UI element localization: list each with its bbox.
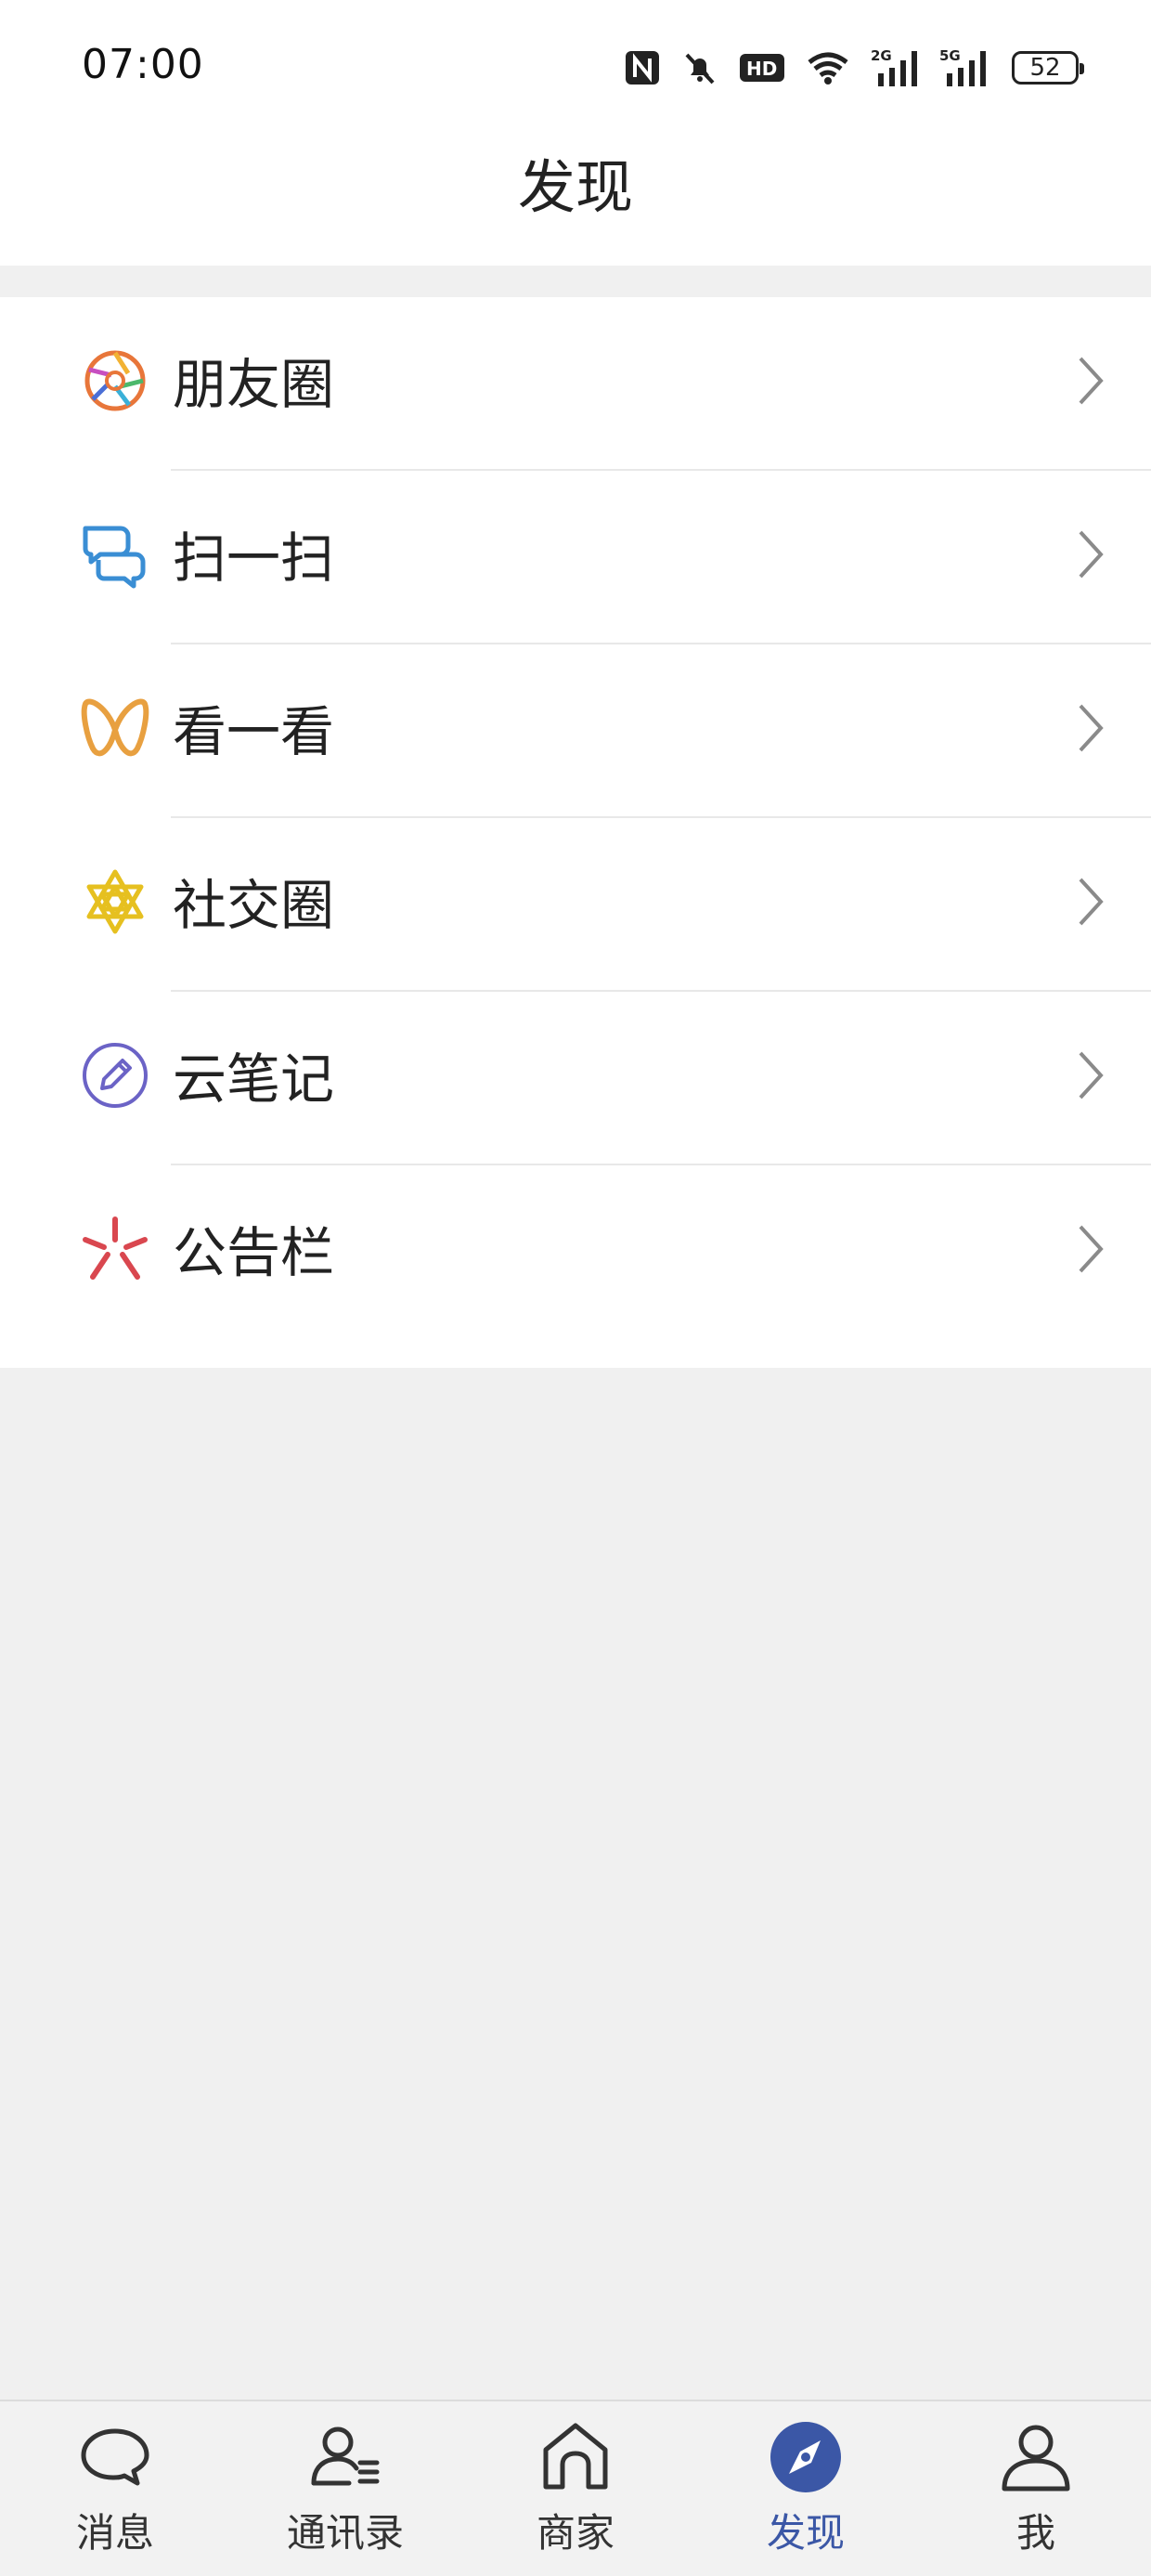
aperture-icon (84, 350, 146, 411)
battery-indicator: 52 (1012, 51, 1084, 85)
mute-icon (685, 53, 715, 85)
contacts-icon (311, 2426, 380, 2486)
chevron-right-icon (1079, 878, 1104, 926)
svg-text:5G: 5G (939, 47, 961, 64)
status-icons: HD 2G 5G 52 (624, 45, 1084, 91)
page-title: 发现 (517, 153, 633, 221)
svg-text:HD: HD (746, 58, 777, 80)
pencil-circle-icon (83, 1043, 148, 1108)
menu-item-look[interactable]: 看一看 (0, 644, 1151, 818)
tab-discover[interactable]: 发现 (691, 2401, 921, 2576)
butterfly-icon (81, 698, 149, 757)
menu-item-moments[interactable]: 朋友圈 (0, 297, 1151, 471)
tab-messages[interactable]: 消息 (0, 2401, 230, 2576)
status-time: 07:00 (82, 41, 204, 88)
menu-item-label: 云笔记 (173, 1047, 335, 1111)
sparkle-icon (83, 1216, 148, 1280)
menu-item-bulletin[interactable]: 公告栏 (0, 1165, 1151, 1368)
menu-item-cloud-notes[interactable]: 云笔记 (0, 992, 1151, 1165)
home-icon (543, 2423, 608, 2490)
tab-label: 发现 (766, 2510, 845, 2556)
tab-contacts[interactable]: 通讯录 (230, 2401, 460, 2576)
chevron-right-icon (1079, 1225, 1104, 1273)
chat-bubble-icon (81, 2428, 149, 2486)
compass-icon (770, 2422, 841, 2492)
nfc-icon (626, 51, 659, 85)
chevron-right-icon (1079, 357, 1104, 405)
signal-5g-icon: 5G (939, 47, 986, 86)
status-bar: 07:00 HD 2G 5G 52 (0, 0, 1151, 137)
star-ring-icon (86, 869, 144, 934)
tab-label: 消息 (75, 2510, 154, 2556)
tab-label: 商家 (536, 2510, 614, 2556)
chevron-right-icon (1079, 1051, 1104, 1099)
menu-item-scan[interactable]: 扫一扫 (0, 471, 1151, 644)
tab-merchants[interactable]: 商家 (460, 2401, 691, 2576)
tab-me[interactable]: 我 (921, 2401, 1151, 2576)
scan-chat-icon (83, 526, 146, 589)
menu-item-social-circle[interactable]: 社交圈 (0, 818, 1151, 992)
person-icon (1002, 2425, 1070, 2491)
chevron-right-icon (1079, 704, 1104, 752)
menu-item-label: 看一看 (173, 700, 335, 763)
chevron-right-icon (1079, 530, 1104, 579)
menu-item-label: 朋友圈 (173, 353, 335, 416)
wifi-icon (808, 52, 848, 85)
bottom-tab-bar: 消息 通讯录 商家 发现 我 (0, 2400, 1151, 2576)
menu-item-label: 社交圈 (173, 874, 335, 937)
tab-label: 通讯录 (286, 2510, 404, 2556)
hd-icon: HD (740, 54, 784, 82)
discover-menu-list: 朋友圈 扫一扫 看一看 社交圈 云笔记 公告栏 (0, 297, 1151, 1368)
tab-label: 我 (1015, 2510, 1055, 2556)
menu-item-label: 公告栏 (173, 1221, 335, 1284)
svg-text:2G: 2G (871, 47, 892, 64)
menu-item-label: 扫一扫 (173, 527, 335, 590)
page-header: 发现 (0, 137, 1151, 266)
signal-2g-icon: 2G (871, 47, 917, 86)
